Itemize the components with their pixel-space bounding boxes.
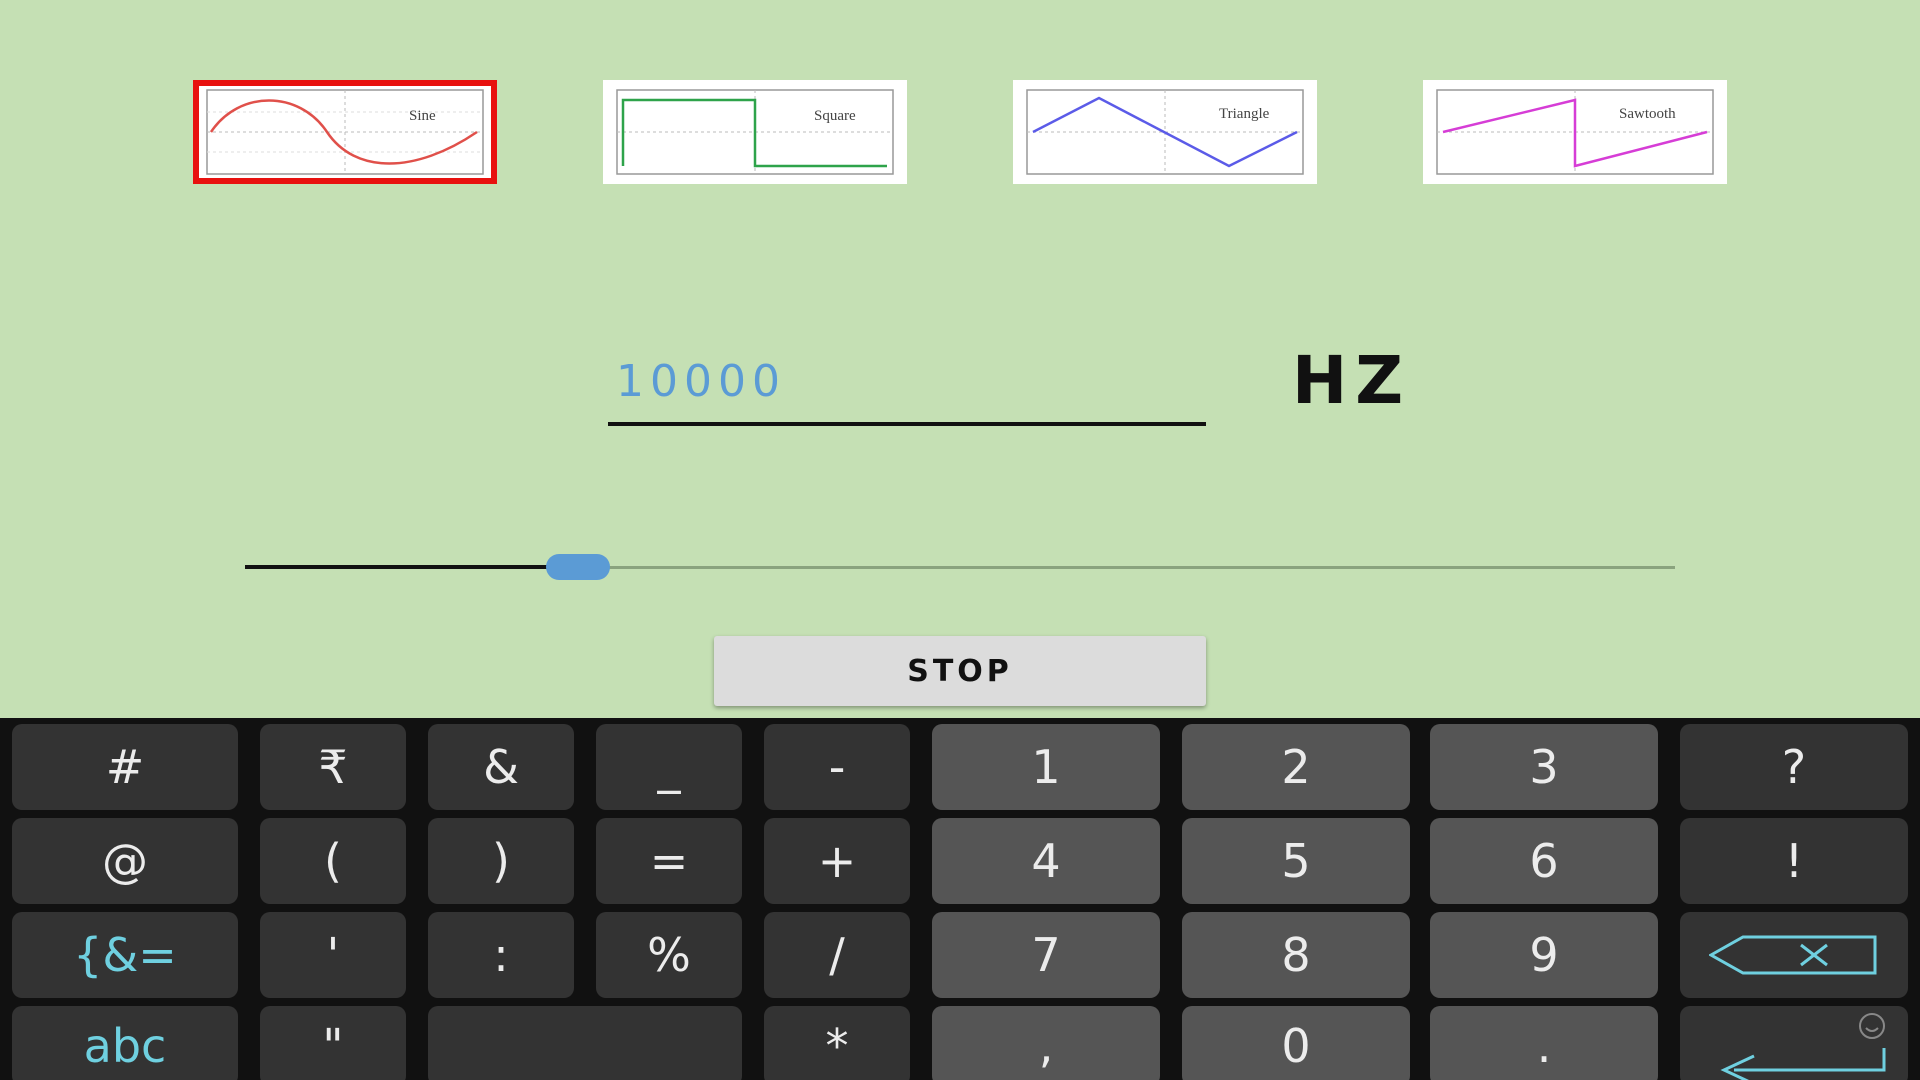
sawtooth-wave-button[interactable]: Sawtooth xyxy=(1423,80,1727,184)
key-label: 0 xyxy=(1281,1019,1311,1073)
key-label: % xyxy=(647,928,691,982)
triangle-wave-icon: Triangle xyxy=(1026,89,1304,175)
stop-button[interactable]: STOP xyxy=(714,636,1206,706)
key-label: ! xyxy=(1784,834,1804,888)
key-label: ' xyxy=(326,928,340,982)
key-percent[interactable]: % xyxy=(596,912,742,998)
key-close-paren[interactable]: ) xyxy=(428,818,574,904)
key-6[interactable]: 6 xyxy=(1430,818,1658,904)
key-label: 5 xyxy=(1281,834,1311,888)
key-period[interactable]: . xyxy=(1430,1006,1658,1080)
key-label: # xyxy=(105,740,145,794)
frequency-slider[interactable] xyxy=(245,552,1675,582)
key-4[interactable]: 4 xyxy=(932,818,1160,904)
key-label: 1 xyxy=(1031,740,1061,794)
key-label: 3 xyxy=(1529,740,1559,794)
sine-wave-button[interactable]: Sine xyxy=(193,80,497,184)
key-label: 8 xyxy=(1281,928,1311,982)
key-label: 2 xyxy=(1281,740,1311,794)
square-wave-button[interactable]: Square xyxy=(603,80,907,184)
key-asterisk[interactable]: * xyxy=(764,1006,910,1080)
key-label: * xyxy=(825,1019,849,1073)
sine-wave-icon: Sine xyxy=(206,89,484,175)
key-equals[interactable]: = xyxy=(596,818,742,904)
triangle-wave-button[interactable]: Triangle xyxy=(1013,80,1317,184)
key-3[interactable]: 3 xyxy=(1430,724,1658,810)
frequency-input[interactable] xyxy=(608,340,1206,426)
key-label: : xyxy=(493,928,509,982)
triangle-label: Triangle xyxy=(1219,106,1270,122)
sine-label: Sine xyxy=(409,108,436,124)
key-label: = xyxy=(649,834,689,888)
slider-thumb[interactable] xyxy=(546,554,611,580)
key-enter[interactable] xyxy=(1680,1006,1908,1080)
key-0[interactable]: 0 xyxy=(1182,1006,1410,1080)
key-abc[interactable]: abc xyxy=(12,1006,238,1080)
key-label: 4 xyxy=(1031,834,1061,888)
key-label: , xyxy=(1038,1019,1054,1073)
key-backspace[interactable] xyxy=(1680,912,1908,998)
key-plus[interactable]: + xyxy=(764,818,910,904)
key-label: {&= xyxy=(73,928,177,982)
key-slash[interactable]: / xyxy=(764,912,910,998)
key-space[interactable] xyxy=(428,1006,742,1080)
key-question[interactable]: ? xyxy=(1680,724,1908,810)
key-label: " xyxy=(322,1019,344,1073)
key-2[interactable]: 2 xyxy=(1182,724,1410,810)
key-label: ? xyxy=(1781,740,1807,794)
backspace-icon xyxy=(1709,935,1877,975)
key-hash[interactable]: # xyxy=(12,724,238,810)
key-at[interactable]: @ xyxy=(12,818,238,904)
key-label: & xyxy=(483,740,519,794)
sawtooth-wave-icon: Sawtooth xyxy=(1436,89,1714,175)
key-label: _ xyxy=(657,740,681,794)
key-label: 6 xyxy=(1529,834,1559,888)
key-label: + xyxy=(817,834,857,888)
sawtooth-label: Sawtooth xyxy=(1619,106,1676,122)
on-screen-keyboard: # ₹ & _ - 1 2 3? @ () = +4 5 6! {&= ':% / 7 8 9 abc " *, 0. xyxy=(0,718,1920,1080)
key-label: ₹ xyxy=(318,740,348,794)
key-ampersand[interactable]: & xyxy=(428,724,574,810)
key-minus[interactable]: - xyxy=(764,724,910,810)
key-1[interactable]: 1 xyxy=(932,724,1160,810)
key-label: ) xyxy=(492,834,510,888)
key-5[interactable]: 5 xyxy=(1182,818,1410,904)
key-7[interactable]: 7 xyxy=(932,912,1160,998)
key-label: abc xyxy=(83,1019,167,1073)
key-symbols-more[interactable]: {&= xyxy=(12,912,238,998)
key-label: 9 xyxy=(1529,928,1559,982)
key-label: . xyxy=(1536,1019,1552,1073)
key-label: - xyxy=(828,740,846,794)
key-label: ( xyxy=(324,834,342,888)
key-label: / xyxy=(829,928,845,982)
key-colon[interactable]: : xyxy=(428,912,574,998)
key-apostrophe[interactable]: ' xyxy=(260,912,406,998)
key-comma[interactable]: , xyxy=(932,1006,1160,1080)
key-label: 7 xyxy=(1031,928,1061,982)
key-exclamation[interactable]: ! xyxy=(1680,818,1908,904)
key-8[interactable]: 8 xyxy=(1182,912,1410,998)
square-wave-icon: Square xyxy=(616,89,894,175)
key-quote[interactable]: " xyxy=(260,1006,406,1080)
signal-generator-screen: Sine Square Triangle Sawtooth 10000 HZ S… xyxy=(0,0,1920,1080)
frequency-unit-label: HZ xyxy=(1292,342,1412,419)
slider-fill xyxy=(245,565,579,569)
key-9[interactable]: 9 xyxy=(1430,912,1658,998)
key-rupee[interactable]: ₹ xyxy=(260,724,406,810)
square-label: Square xyxy=(814,108,856,124)
key-open-paren[interactable]: ( xyxy=(260,818,406,904)
key-label: @ xyxy=(102,834,148,888)
key-underscore[interactable]: _ xyxy=(596,724,742,810)
enter-icon xyxy=(1720,1013,1886,1080)
